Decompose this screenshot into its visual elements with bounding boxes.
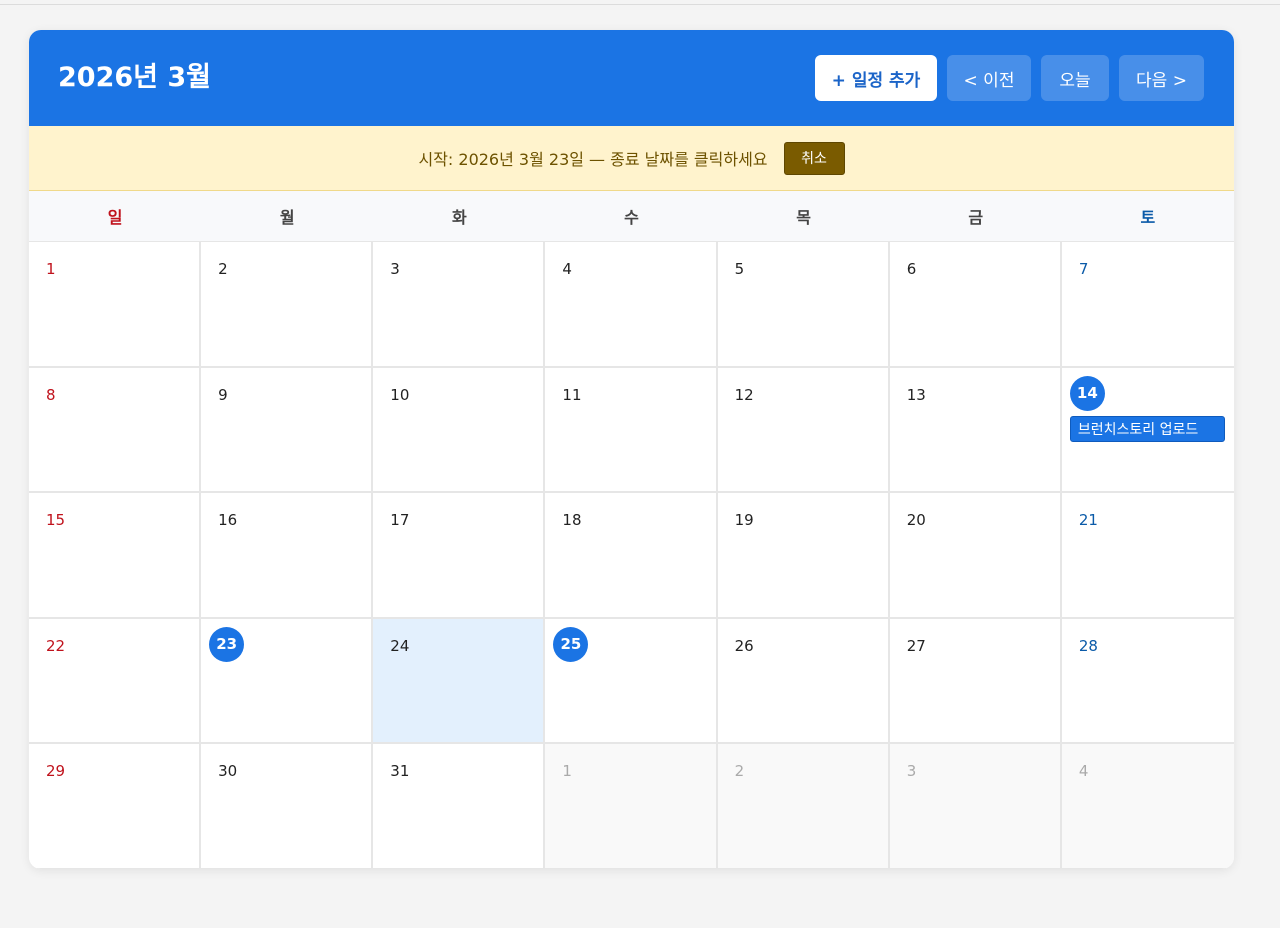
day-grid: 1 2 3 4 5 6 7 8 9 10 11 12 13 14 브런치스토리 업로드 15 16 17 18 19 2… [29,242,1234,869]
day-cell[interactable]: 14 브런치스토리 업로드 [1061,367,1234,494]
day-number: 1 [46,260,56,278]
day-cell-other-month[interactable]: 1 [545,744,718,869]
day-number: 1 [562,762,572,781]
day-cell[interactable]: 15 [29,493,202,619]
day-cell[interactable]: 21 [1061,493,1234,619]
day-number: 11 [562,385,582,404]
banner-text: 시작: 2026년 3월 23일 — 종료 날짜를 클릭하세요 [418,150,768,169]
day-cell[interactable]: 20 [889,493,1062,619]
cancel-selection-button[interactable]: 취소 [783,141,845,175]
day-number: 2 [218,260,228,278]
day-number: 27 [906,636,926,655]
day-cell[interactable]: 11 [545,367,718,494]
event-chip[interactable]: 브런치스토리 업로드 [1069,415,1225,442]
day-cell[interactable]: 23 [201,618,374,745]
weekday-header: 일 월 화 수 목 금 토 [29,191,1234,242]
day-cell[interactable]: 7 [1061,242,1234,368]
day-number-selected: 23 [209,626,245,662]
day-number: 4 [562,260,572,278]
day-cell[interactable]: 24 [373,618,546,745]
day-cell[interactable]: 5 [717,242,890,368]
day-cell[interactable]: 8 [29,367,202,494]
day-cell[interactable]: 22 [29,618,202,745]
day-number: 10 [390,385,410,404]
day-cell[interactable]: 18 [545,493,718,619]
day-number-selected: 25 [553,626,589,662]
day-cell[interactable]: 16 [201,493,374,619]
range-selection-banner: 시작: 2026년 3월 23일 — 종료 날짜를 클릭하세요 취소 [29,126,1234,191]
day-cell[interactable]: 1 [29,242,202,368]
day-cell[interactable]: 13 [889,367,1062,494]
weekday-tue: 화 [451,208,467,227]
day-number: 31 [390,762,410,781]
day-number: 24 [390,636,410,655]
day-number: 8 [46,385,56,404]
day-number: 7 [1078,260,1089,278]
day-cell[interactable]: 17 [373,493,546,619]
day-number: 15 [46,511,66,530]
day-number: 22 [46,636,66,655]
window-top-border [0,0,1280,5]
day-cell[interactable]: 9 [201,367,374,494]
add-event-button[interactable]: + 일정 추가 [815,55,937,101]
day-cell[interactable]: 29 [29,744,202,869]
calendar: 2026년 3월 + 일정 추가 < 이전 오늘 다음 > 시작: 2026년 … [29,30,1234,869]
today-button[interactable]: 오늘 [1041,55,1109,101]
day-cell[interactable]: 28 [1061,618,1234,745]
day-cell[interactable]: 12 [717,367,890,494]
day-cell-other-month[interactable]: 4 [1061,744,1234,869]
month-title: 2026년 3월 [58,62,212,93]
calendar-header: 2026년 3월 + 일정 추가 < 이전 오늘 다음 > [29,30,1234,126]
weekday-thu: 목 [796,208,811,227]
day-number: 28 [1078,636,1098,655]
day-number: 17 [390,511,410,530]
day-number: 19 [734,511,754,530]
day-cell[interactable]: 31 [373,744,546,869]
day-number: 4 [1078,762,1089,781]
day-cell[interactable]: 30 [201,744,374,869]
weekday-mon: 월 [279,208,295,227]
day-number: 6 [906,260,917,278]
day-cell[interactable]: 26 [717,618,890,745]
day-number: 18 [562,511,582,530]
day-number: 26 [734,636,754,655]
day-cell-other-month[interactable]: 3 [889,744,1062,869]
day-number: 9 [218,385,228,404]
prev-month-button[interactable]: < 이전 [947,55,1031,101]
day-cell[interactable]: 27 [889,618,1062,745]
day-cell[interactable]: 6 [889,242,1062,368]
day-cell[interactable]: 19 [717,493,890,619]
weekday-fri: 금 [968,208,984,227]
day-cell-other-month[interactable]: 2 [717,744,890,869]
day-number: 2 [734,762,745,781]
day-number: 29 [46,762,66,781]
day-cell[interactable]: 10 [373,367,546,494]
day-number: 12 [734,385,754,404]
next-month-button[interactable]: 다음 > [1119,55,1204,101]
day-cell[interactable]: 3 [373,242,546,368]
day-cell[interactable]: 25 [545,618,718,745]
day-number: 30 [218,762,238,781]
weekday-sun: 일 [107,208,123,227]
day-number: 13 [906,385,926,404]
day-cell[interactable]: 4 [545,242,718,368]
weekday-sat: 토 [1140,208,1156,227]
day-number: 21 [1078,511,1098,530]
day-number-selected: 14 [1069,375,1105,411]
day-number: 16 [218,511,238,530]
header-nav: + 일정 추가 < 이전 오늘 다음 > [815,55,1204,101]
day-number: 3 [906,762,917,781]
day-cell[interactable]: 2 [201,242,374,368]
day-number: 20 [906,511,926,530]
weekday-wed: 수 [624,208,639,227]
day-number: 5 [734,260,745,278]
day-number: 3 [390,260,400,278]
